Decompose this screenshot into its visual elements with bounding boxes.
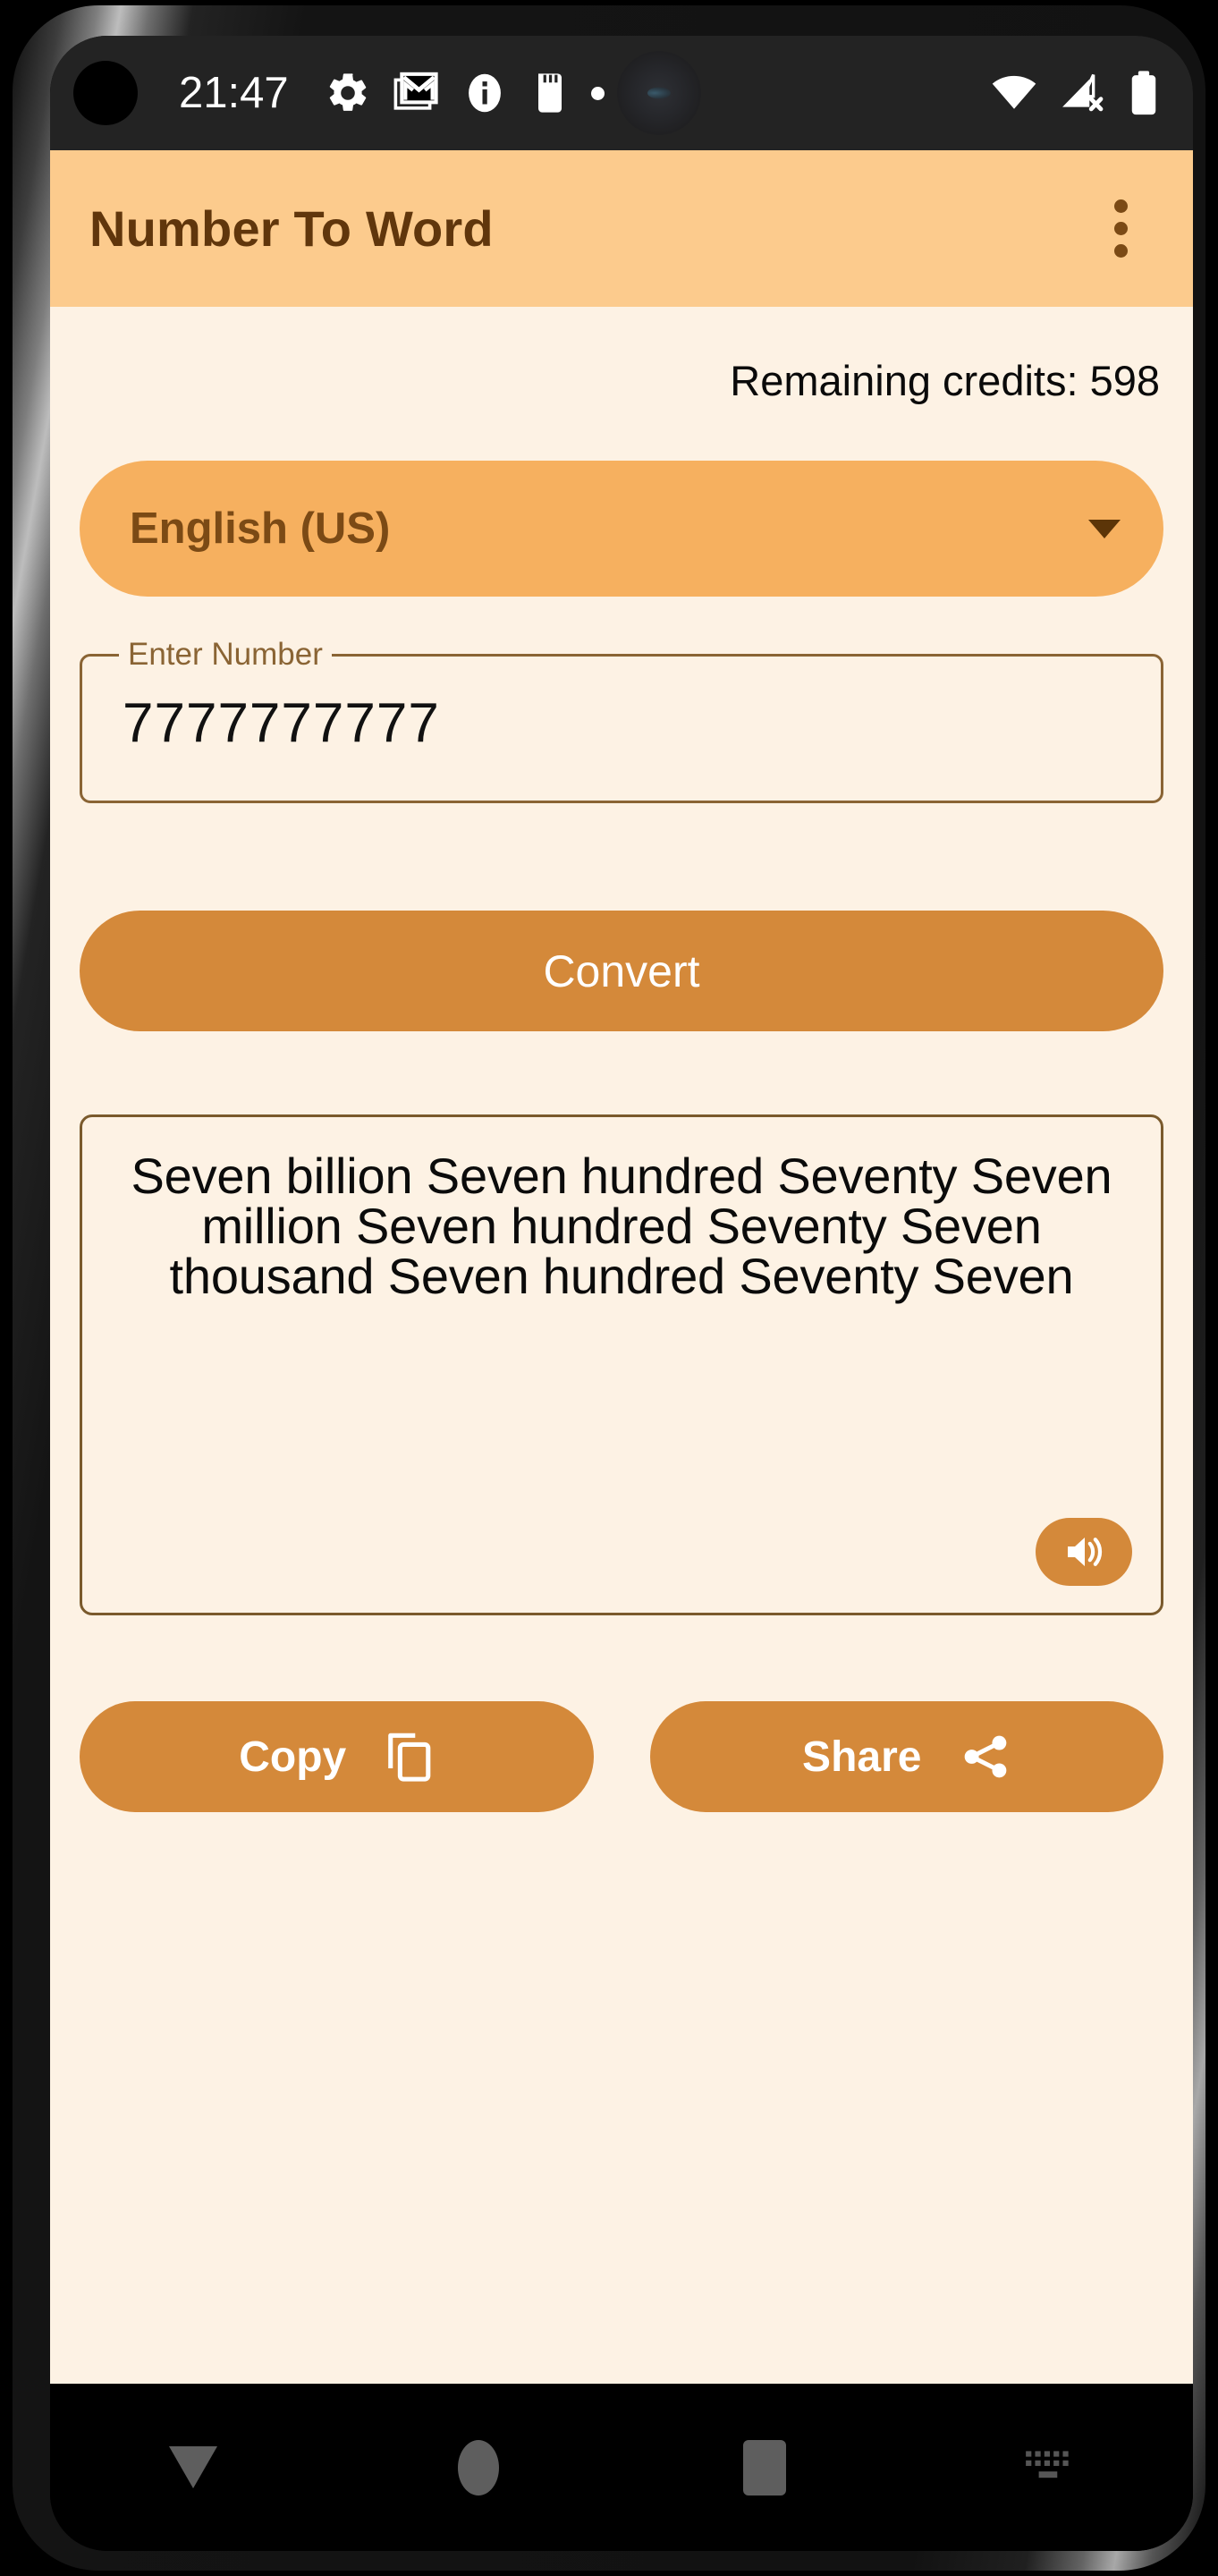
number-input-container[interactable]: Enter Number 7777777777 (80, 638, 1163, 803)
back-triangle-icon (168, 2446, 217, 2488)
info-icon (462, 71, 507, 115)
recents-square-icon (742, 2439, 786, 2496)
more-vert-icon[interactable] (1080, 189, 1161, 269)
number-input-label-notch: Enter Number (119, 638, 332, 672)
nav-keyboard-button[interactable] (908, 2384, 1194, 2551)
nav-recents-button[interactable] (622, 2384, 908, 2551)
copy-button[interactable]: Copy (80, 1701, 594, 1812)
status-bar-right (991, 70, 1193, 116)
convert-button-label: Convert (543, 945, 700, 996)
language-selected-value: English (US) (130, 504, 391, 553)
home-circle-icon (458, 2439, 500, 2496)
copy-icon (388, 1733, 431, 1782)
keyboard-icon (1026, 2450, 1069, 2478)
battery-icon (1129, 70, 1159, 116)
sd-card-icon (529, 70, 571, 116)
copy-button-label: Copy (239, 1733, 347, 1781)
phone-screen: 21:47 Number To Word Remaining credits: … (50, 36, 1193, 2551)
chevron-down-icon (1088, 519, 1121, 538)
more-dot (1113, 199, 1128, 213)
page-title: Number To Word (89, 200, 494, 257)
phone-frame: 21:47 Number To Word Remaining credits: … (13, 5, 1205, 2571)
more-dot (1113, 244, 1128, 258)
cellular-no-sim-icon (1061, 72, 1105, 114)
camera-punch-hole-icon (73, 61, 138, 125)
convert-button[interactable]: Convert (80, 911, 1163, 1031)
share-button-label: Share (802, 1733, 922, 1781)
number-input-value[interactable]: 7777777777 (123, 691, 440, 755)
number-input-label: Enter Number (128, 637, 323, 672)
settings-gear-icon (325, 70, 371, 116)
result-box: Seven billion Seven hundred Seventy Seve… (80, 1114, 1163, 1615)
more-dot (1113, 222, 1128, 235)
wifi-icon (991, 74, 1037, 112)
nav-back-button[interactable] (50, 2384, 336, 2551)
speak-button[interactable] (1036, 1518, 1132, 1586)
status-bar-clock: 21:47 (179, 69, 289, 117)
remaining-credits-label: Remaining credits: 598 (730, 357, 1160, 404)
nav-home-button[interactable] (336, 2384, 622, 2551)
status-bar-left: 21:47 (50, 51, 991, 135)
dot-icon (590, 86, 605, 100)
share-button[interactable]: Share (649, 1701, 1163, 1812)
action-button-row: Copy Share (80, 1701, 1163, 1812)
result-text: Seven billion Seven hundred Seventy Seve… (131, 1148, 1112, 1304)
gmail-icon (393, 69, 441, 117)
main-content: Remaining credits: 598 English (US) Ente… (50, 307, 1193, 2384)
status-bar: 21:47 (50, 36, 1193, 150)
front-camera-lens-icon (616, 51, 701, 135)
share-icon (965, 1735, 1007, 1778)
app-bar: Number To Word (50, 150, 1193, 307)
navigation-bar (50, 2384, 1193, 2551)
volume-up-icon (1068, 1538, 1103, 1566)
language-dropdown[interactable]: English (US) (80, 461, 1163, 597)
